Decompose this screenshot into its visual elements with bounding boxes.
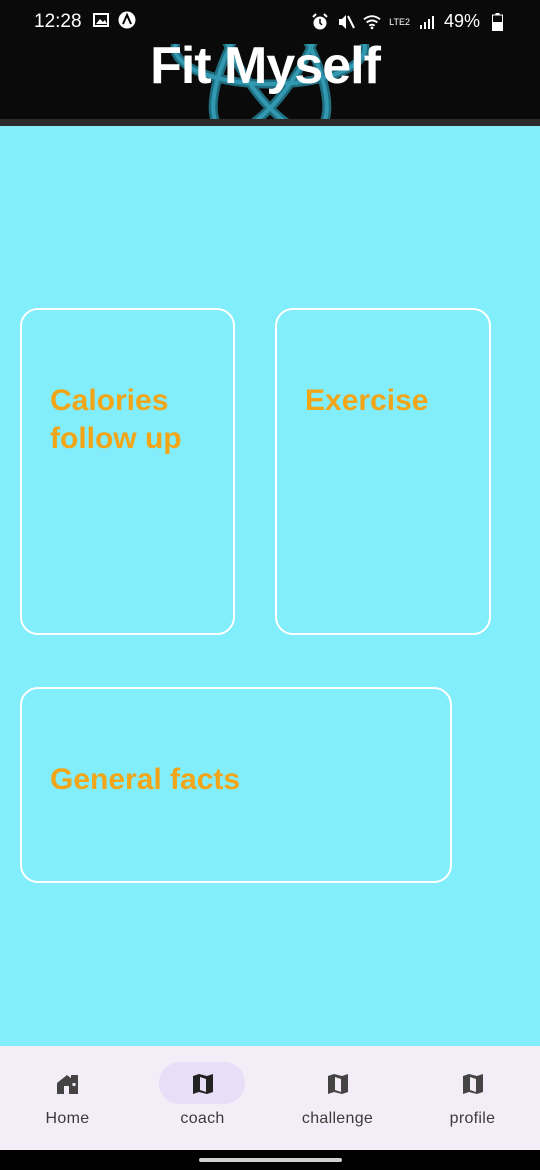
wifi-icon (363, 13, 381, 31)
general-facts-card[interactable]: General facts (20, 687, 452, 883)
map-icon (193, 1074, 213, 1094)
system-gesture-area (0, 1150, 540, 1170)
nav-item-coach[interactable]: coach (135, 1046, 270, 1150)
nav-label-coach: coach (180, 1110, 225, 1127)
nav-item-profile[interactable]: profile (405, 1046, 540, 1150)
status-time: 12:28 (34, 11, 82, 32)
calories-card-label: Calories follow up (50, 384, 182, 455)
network-type: LTE2 (389, 16, 410, 27)
nav-item-challenge[interactable]: challenge (270, 1046, 405, 1150)
main-content: Calories follow up Exercise General fact… (0, 126, 540, 1046)
app-a-icon (118, 11, 136, 29)
general-facts-card-label: General facts (50, 763, 241, 796)
gallery-icon (92, 11, 110, 29)
exercise-card-label: Exercise (305, 384, 429, 417)
home-gesture-bar[interactable] (199, 1158, 342, 1162)
battery-percent: 49% (443, 11, 480, 31)
nav-item-home[interactable]: Home (0, 1046, 135, 1150)
map-icon (328, 1074, 348, 1094)
nav-label-home: Home (45, 1110, 90, 1127)
calories-card[interactable]: Calories follow up (20, 308, 235, 635)
bottom-navigation: Home coach challenge profile (0, 1046, 540, 1150)
home-icon (57, 1075, 78, 1094)
app-title: Fit Myself (150, 37, 381, 95)
mute-icon (337, 13, 356, 31)
signal-icon (418, 13, 436, 31)
nav-label-profile: profile (449, 1110, 496, 1127)
alarm-icon (311, 12, 329, 31)
header-divider (0, 119, 540, 126)
battery-icon (488, 12, 506, 31)
nav-label-challenge: challenge (301, 1110, 374, 1127)
map-icon (463, 1074, 483, 1094)
status-bar: 12:28 LTE2 49% (0, 0, 540, 44)
exercise-card[interactable]: Exercise (275, 308, 491, 635)
